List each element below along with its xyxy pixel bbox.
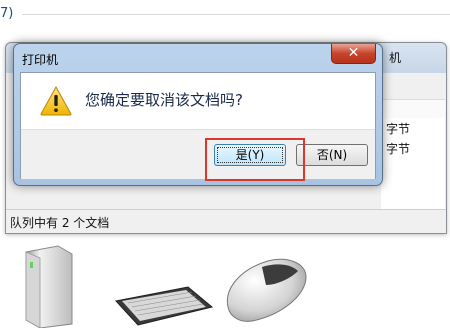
keyboard-icon [115, 286, 214, 326]
close-button[interactable]: ✕ [331, 44, 376, 64]
dialog-button-row: 是(Y) 否(N) [21, 129, 375, 179]
queue-cell-size: 字节 [386, 122, 411, 136]
queue-cell-size: 字节 [386, 142, 411, 156]
dialog-message: 您确定要取消该文档吗? [85, 91, 243, 109]
status-text: 队列中有 2 个文档 [10, 216, 110, 230]
no-button[interactable]: 否(N) [296, 144, 368, 166]
highlight-box [205, 138, 305, 181]
cancel-document-dialog: 打印机 ✕ 您确定要取消该文档吗? 是(Y) 否(N) [13, 43, 383, 186]
external-drive-icon [25, 245, 73, 328]
warning-icon [40, 86, 72, 116]
status-bar: 队列中有 2 个文档 [6, 209, 446, 233]
mouse-icon [226, 258, 307, 322]
top-divider [22, 14, 450, 15]
queue-column-header [381, 99, 445, 119]
queue-window-title-partial: 机 [389, 51, 402, 65]
top-partial-label: 7) [0, 6, 14, 21]
dialog-body: 您确定要取消该文档吗? 是(Y) 否(N) [20, 72, 376, 179]
dialog-title: 打印机 [22, 53, 59, 67]
queue-list: 字节 字节 [381, 118, 445, 210]
